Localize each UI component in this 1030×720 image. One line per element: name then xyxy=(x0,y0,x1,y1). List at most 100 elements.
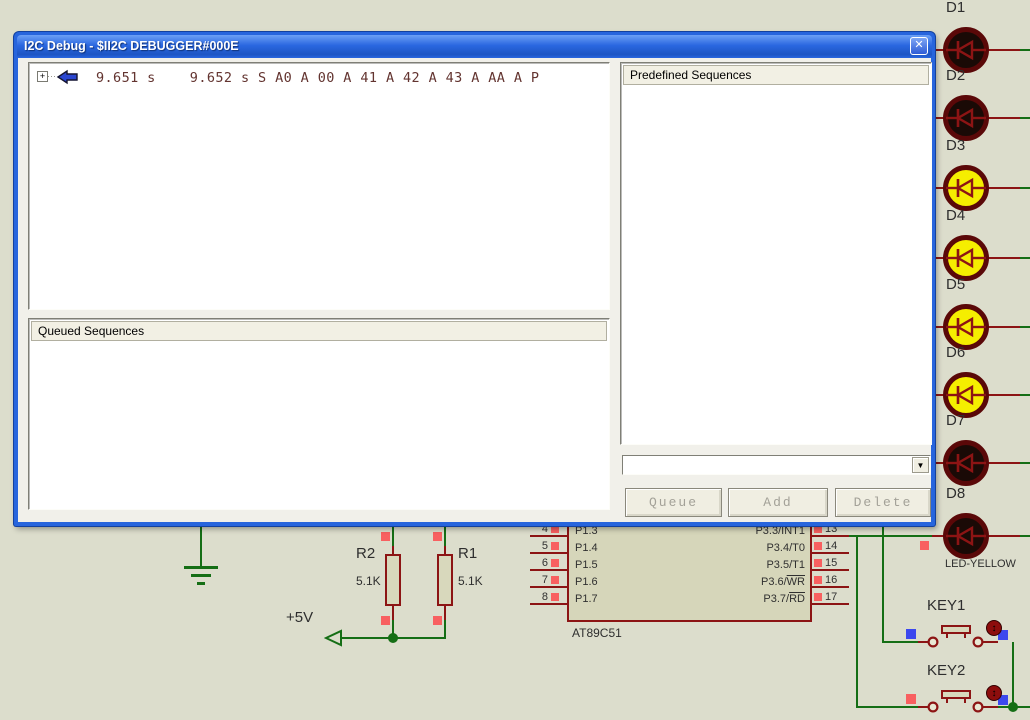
logic-probe-square xyxy=(814,576,822,584)
led-symbol-off xyxy=(943,440,989,486)
logic-probe-square xyxy=(814,593,822,601)
predefined-sequences-header: Predefined Sequences xyxy=(623,65,929,85)
logic-probe-square xyxy=(551,576,559,584)
key-net-wire xyxy=(856,536,858,708)
mcu-pin-number: 7 xyxy=(541,574,548,586)
wire-junction-dot xyxy=(1008,702,1018,712)
expand-icon[interactable]: + xyxy=(37,71,48,82)
key-post xyxy=(964,634,966,638)
led-ref-label: D7 xyxy=(946,412,966,429)
led-ref-label: D2 xyxy=(946,67,966,84)
key-post xyxy=(964,699,966,703)
sequence-combobox[interactable]: ▼ xyxy=(622,455,931,475)
led-net-wire xyxy=(1020,326,1030,328)
logic-probe-square xyxy=(551,542,559,550)
resistor-ref-label: R1 xyxy=(458,545,478,562)
queue-button[interactable]: Queue xyxy=(625,488,722,517)
trace-row[interactable]: + 9.651 s 9.652 s S A0 A 00 A 41 A 42 A … xyxy=(36,69,605,87)
key-net-wire xyxy=(1012,642,1014,708)
close-icon[interactable]: ✕ xyxy=(910,37,928,55)
i2c-trace-list[interactable]: + 9.651 s 9.652 s S A0 A 00 A 41 A 42 A … xyxy=(28,62,610,310)
led-ref-label: D6 xyxy=(946,344,966,361)
resistor-lead xyxy=(392,606,394,620)
led-ref-label: D8 xyxy=(946,485,966,502)
delete-button[interactable]: Delete xyxy=(835,488,931,517)
net-wire xyxy=(846,535,932,537)
dialog-client-area: + 9.651 s 9.652 s S A0 A 00 A 41 A 42 A … xyxy=(18,58,932,522)
trace-text: 9.651 s 9.652 s S A0 A 00 A 41 A 42 A 43… xyxy=(96,70,540,86)
key-actuator-icon[interactable]: ↕ xyxy=(986,620,1002,636)
led-symbol-off xyxy=(943,513,989,559)
led-net-wire xyxy=(1020,535,1030,537)
key-terminal xyxy=(972,701,984,713)
tree-connector xyxy=(48,76,56,77)
led-ref-label: D4 xyxy=(946,207,966,224)
key-terminal xyxy=(927,636,939,648)
mcu-pin-stub xyxy=(812,586,849,588)
led-type-label: LED-YELLOW xyxy=(945,558,1016,570)
logic-probe-square xyxy=(814,559,822,567)
logic-probe-square xyxy=(906,629,916,639)
led-ref-label: D1 xyxy=(946,0,966,16)
logic-probe-square xyxy=(814,542,822,550)
wire-junction-dot xyxy=(388,633,398,643)
key-ref-label: KEY2 xyxy=(927,662,966,679)
master-write-arrow-icon xyxy=(56,69,78,85)
mcu-pin-stub xyxy=(812,552,849,554)
dialog-titlebar[interactable]: I2C Debug - $II2C DEBUGGER#000E ✕ xyxy=(17,35,932,58)
chevron-down-icon[interactable]: ▼ xyxy=(912,457,929,473)
mcu-pin-label: P1.6 xyxy=(575,576,598,588)
predefined-sequences-list[interactable]: Predefined Sequences xyxy=(620,62,932,445)
key-actuator-icon[interactable]: ↕ xyxy=(986,685,1002,701)
key-button-body[interactable] xyxy=(941,625,971,634)
led-ref-label: D5 xyxy=(946,276,966,293)
mcu-pin-stub xyxy=(530,586,567,588)
add-button[interactable]: Add xyxy=(728,488,828,517)
resistor-body xyxy=(385,554,401,606)
logic-probe-square xyxy=(381,616,390,625)
proteus-canvas: D1 D2 D3 D4 D5 D6 D7 D8 LED-YELLOW AT89C51 4 P1.3 5 P… xyxy=(0,0,1030,720)
led-net-wire xyxy=(1020,257,1030,259)
mcu-pin-label: P1.3 xyxy=(575,525,598,537)
mcu-pin-stub xyxy=(812,603,849,605)
mcu-ref-label: AT89C51 xyxy=(572,626,622,640)
power-label: +5V xyxy=(286,609,314,626)
key-terminal xyxy=(927,701,939,713)
led-net-wire xyxy=(1020,394,1030,396)
logic-probe-square xyxy=(551,593,559,601)
key-ref-label: KEY1 xyxy=(927,597,966,614)
key-net-wire xyxy=(882,527,884,643)
resistor-ref-label: R2 xyxy=(356,545,376,562)
mcu-pin-number: 14 xyxy=(825,540,838,552)
resistor-lead xyxy=(392,546,394,554)
resistor-lead xyxy=(444,606,446,620)
logic-probe-square xyxy=(814,525,822,533)
mcu-pin-number: 6 xyxy=(541,557,548,569)
mcu-pin-stub xyxy=(530,569,567,571)
led-net-wire xyxy=(1020,462,1030,464)
resistor-lead xyxy=(444,546,446,554)
led-ref-label: D3 xyxy=(946,137,966,154)
ground-bar xyxy=(197,582,205,585)
mcu-pin-label: P3.4/T0 xyxy=(766,542,805,554)
logic-probe-square xyxy=(906,694,916,704)
dialog-title: I2C Debug - $II2C DEBUGGER#000E xyxy=(24,39,239,53)
key-net-wire xyxy=(883,641,919,643)
mcu-pin-label: P3.3/INT1 xyxy=(755,525,805,537)
logic-probe-square xyxy=(920,541,929,550)
key-button-body[interactable] xyxy=(941,690,971,699)
mcu-pin-number: 5 xyxy=(541,540,548,552)
key-terminal xyxy=(972,636,984,648)
key-post xyxy=(946,634,948,638)
ground-bar xyxy=(184,566,218,569)
mcu-pin-number: 16 xyxy=(825,574,838,586)
ground-bar xyxy=(191,574,211,577)
mcu-pin-label: P3.7/RD xyxy=(763,593,805,605)
resistor-value-label: 5.1K xyxy=(458,574,483,588)
queued-sequences-list[interactable]: Queued Sequences xyxy=(28,318,610,510)
led-net-wire xyxy=(1020,49,1030,51)
logic-probe-square xyxy=(551,525,559,533)
power-arrow-icon xyxy=(324,629,342,647)
resistor-value-label: 5.1K xyxy=(356,574,381,588)
mcu-pin-stub xyxy=(530,552,567,554)
